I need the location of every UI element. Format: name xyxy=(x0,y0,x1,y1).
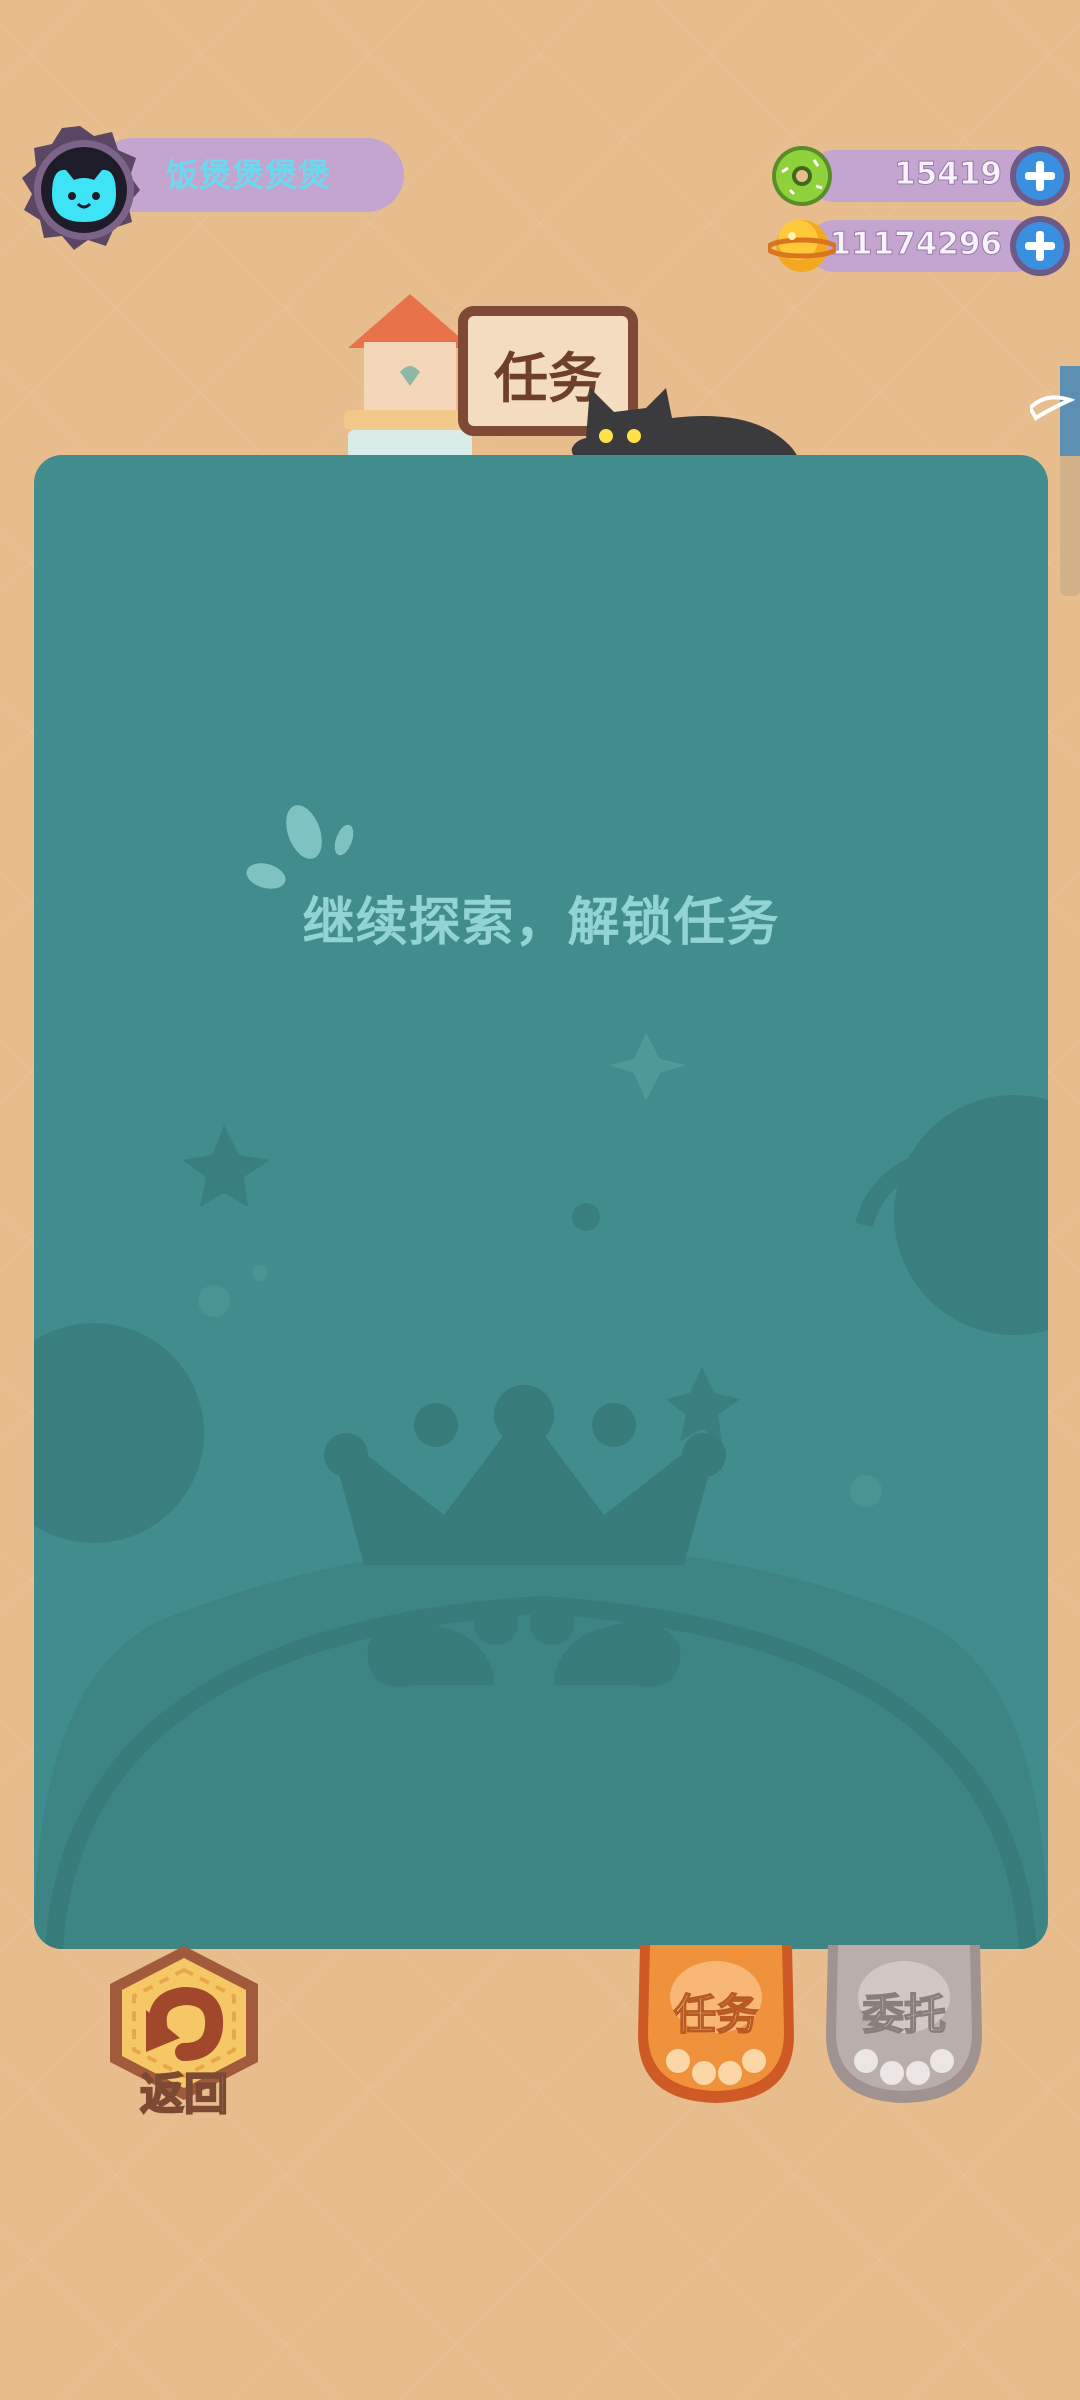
panel-background-decoration xyxy=(34,1033,1048,1949)
tab-entrust-label: 委托 xyxy=(861,1989,947,2040)
currency-gold-planet: 11174296 xyxy=(768,212,1072,280)
currency-value: 15419 xyxy=(894,156,1003,193)
tab-task[interactable]: 任务 xyxy=(634,1945,798,2105)
back-button[interactable]: 返回 xyxy=(100,1940,268,2130)
gold-planet-icon xyxy=(768,220,836,272)
empty-task-message: 继续探索，解锁任务 xyxy=(302,893,780,953)
currency-green-donut: 15419 xyxy=(768,142,1072,210)
player-name: 饭煲煲煲煲 xyxy=(166,156,332,194)
add-currency-button[interactable] xyxy=(1008,144,1072,208)
green-donut-icon xyxy=(772,146,832,206)
add-currency-button[interactable] xyxy=(1008,214,1072,278)
player-profile[interactable]: 饭煲煲煲煲 xyxy=(16,124,404,254)
tab-task-label: 任务 xyxy=(673,1989,759,2040)
cat-avatar-icon[interactable] xyxy=(16,124,144,252)
back-label: 返回 xyxy=(139,2068,229,2121)
currency-value: 11174296 xyxy=(829,226,1003,263)
task-list-panel: 继续探索，解锁任务 xyxy=(34,455,1048,1949)
tab-entrust[interactable]: 委托 xyxy=(822,1945,986,2105)
